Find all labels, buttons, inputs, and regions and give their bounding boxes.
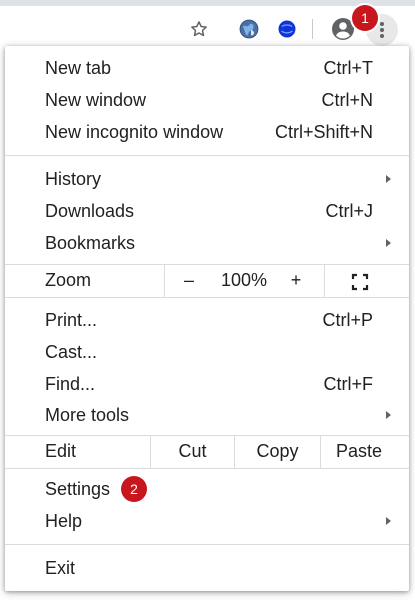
copy-button[interactable]: Copy — [235, 441, 320, 462]
edit-label: Edit — [45, 441, 77, 461]
edit-row: Edit Cut Copy Paste — [5, 436, 409, 468]
menu-item-label: New tab — [45, 57, 112, 78]
menu-item-shortcut: Ctrl+J — [325, 200, 373, 221]
menu-item-label: Settings — [45, 478, 111, 499]
menu-item-label: New incognito window — [45, 121, 224, 142]
zoom-divider — [164, 265, 165, 297]
zoom-out-button[interactable]: – — [177, 270, 201, 291]
menu-item-label: History — [45, 168, 102, 189]
globe-extension-icon[interactable] — [237, 17, 261, 41]
submenu-arrow-icon — [386, 517, 391, 525]
menu-item-find[interactable]: Find... Ctrl+F — [5, 368, 409, 400]
menu-item-help[interactable]: Help — [5, 505, 409, 537]
menu-item-shortcut: Ctrl+T — [323, 57, 374, 78]
menu-item-label: Print... — [45, 309, 98, 330]
chrome-main-menu: New tab Ctrl+T New window Ctrl+N New inc… — [5, 46, 409, 591]
star-icon[interactable] — [187, 17, 211, 41]
menu-item-shortcut: Ctrl+F — [323, 373, 374, 394]
toolbar-divider — [312, 19, 313, 39]
menu-item-label: Find... — [45, 373, 96, 394]
zoom-divider — [324, 265, 325, 297]
menu-item-label: More tools — [45, 404, 130, 425]
blue-extension-icon[interactable] — [275, 17, 299, 41]
zoom-level: 100% — [220, 270, 268, 290]
menu-item-label: Downloads — [45, 200, 135, 221]
menu-item-print[interactable]: Print... Ctrl+P — [5, 304, 409, 336]
submenu-arrow-icon — [386, 175, 391, 183]
menu-item-shortcut: Ctrl+P — [322, 309, 373, 330]
menu-item-shortcut: Ctrl+N — [321, 89, 373, 110]
menu-item-label: Cast... — [45, 341, 98, 362]
browser-toolbar: 1 — [0, 0, 415, 47]
menu-item-downloads[interactable]: Downloads Ctrl+J — [5, 195, 409, 227]
zoom-row: Zoom – 100% + — [5, 265, 409, 297]
menu-item-exit[interactable]: Exit — [5, 552, 409, 584]
step-marker-1: 1 — [352, 5, 378, 31]
menu-item-label: Help — [45, 510, 83, 531]
tab-strip-edge — [0, 0, 415, 6]
menu-item-label: Bookmarks — [45, 232, 136, 253]
zoom-label: Zoom — [45, 270, 92, 290]
menu-item-new-tab[interactable]: New tab Ctrl+T — [5, 52, 409, 84]
menu-separator — [5, 544, 409, 545]
menu-item-history[interactable]: History — [5, 163, 409, 195]
menu-item-shortcut: Ctrl+Shift+N — [274, 121, 373, 142]
menu-item-more-tools[interactable]: More tools — [5, 399, 409, 431]
paste-button[interactable]: Paste — [321, 441, 397, 462]
menu-separator — [5, 155, 409, 156]
menu-item-new-incognito-window[interactable]: New incognito window Ctrl+Shift+N — [5, 116, 409, 148]
zoom-in-button[interactable]: + — [284, 270, 308, 291]
menu-separator — [5, 297, 409, 298]
menu-item-label: Exit — [45, 557, 76, 578]
menu-item-bookmarks[interactable]: Bookmarks — [5, 227, 409, 259]
menu-item-new-window[interactable]: New window Ctrl+N — [5, 84, 409, 116]
menu-item-label: New window — [45, 89, 147, 110]
menu-separator — [5, 468, 409, 469]
fullscreen-icon[interactable] — [351, 273, 369, 291]
step-marker-2: 2 — [121, 476, 147, 502]
cut-button[interactable]: Cut — [151, 441, 234, 462]
menu-item-settings[interactable]: Settings — [5, 473, 409, 505]
menu-item-cast[interactable]: Cast... — [5, 336, 409, 368]
submenu-arrow-icon — [386, 239, 391, 247]
submenu-arrow-icon — [386, 411, 391, 419]
